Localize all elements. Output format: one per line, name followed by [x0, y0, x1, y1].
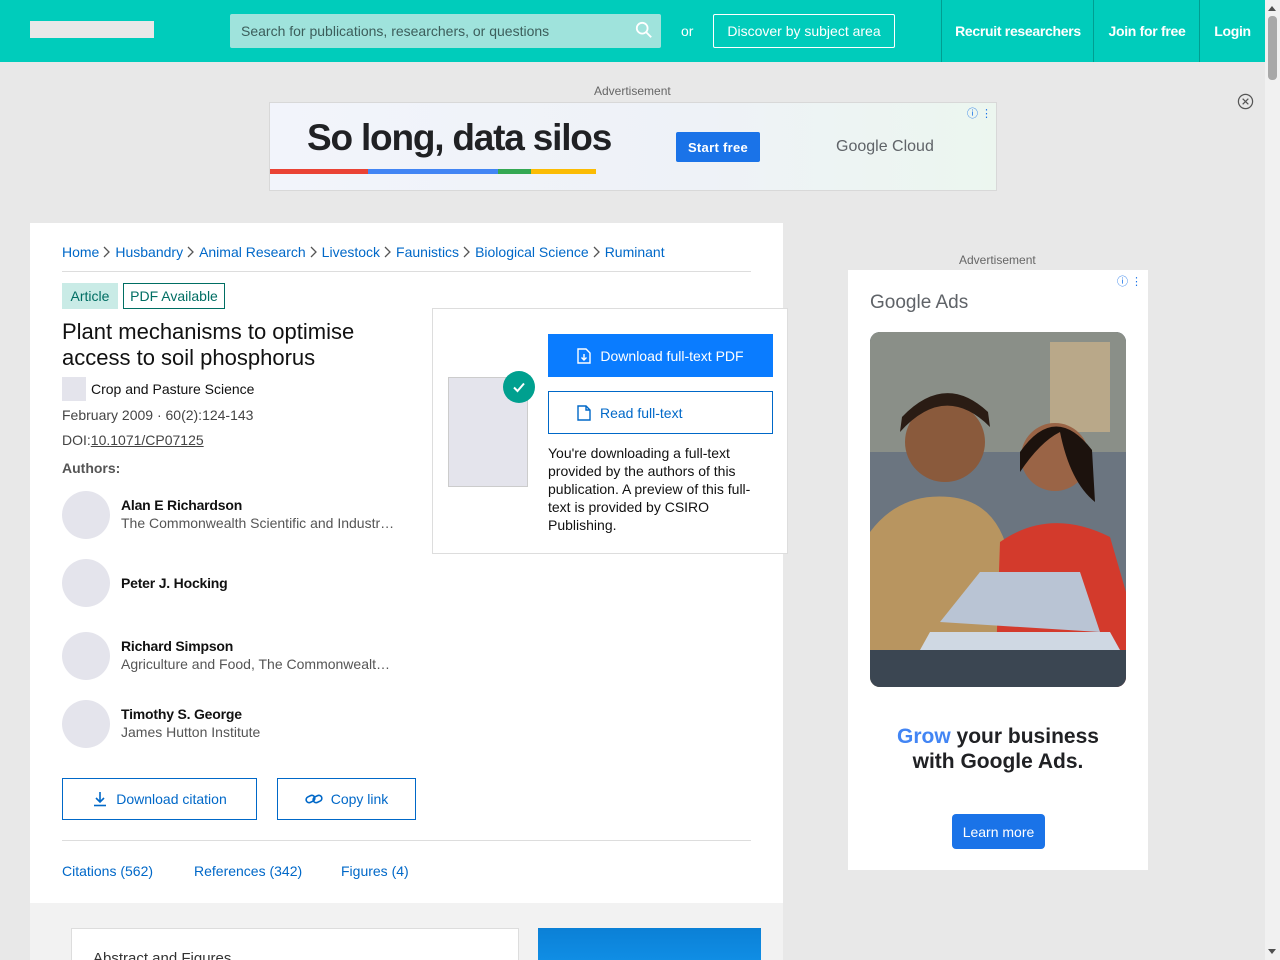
breadcrumb-divider: [62, 271, 751, 272]
side-ad-brand-logo: Google Ads: [870, 292, 969, 313]
doi: DOI:10.1071/CP07125: [62, 432, 204, 448]
search-input[interactable]: [230, 14, 630, 48]
side-ad-label: Advertisement: [959, 253, 1036, 267]
ad-stripe-green: [498, 169, 531, 174]
author-item[interactable]: Alan E Richardson The Commonwealth Scien…: [62, 491, 402, 539]
recruit-researchers-link[interactable]: Recruit researchers: [941, 0, 1094, 62]
tabs-divider: [62, 840, 751, 841]
avatar[interactable]: [62, 559, 110, 607]
tab-citations[interactable]: Citations (562): [62, 863, 153, 879]
ad-tagline-line1: your business: [950, 725, 1099, 748]
ad-stripe-yellow: [531, 169, 596, 174]
or-separator: or: [681, 23, 694, 39]
ad-brand-logo: Google Cloud: [836, 138, 934, 155]
login-link[interactable]: Login: [1199, 0, 1265, 62]
promo-box[interactable]: [538, 928, 761, 960]
breadcrumb-biological-science[interactable]: Biological Science: [475, 244, 589, 260]
author-name[interactable]: Alan E Richardson: [121, 497, 242, 513]
chevron-right-icon: [384, 246, 391, 258]
abstract-section: Abstract and Figures: [71, 928, 519, 960]
author-item[interactable]: Timothy S. George James Hutton Institute: [62, 700, 402, 748]
chevron-right-icon: [310, 246, 317, 258]
top-ad-banner[interactable]: So long, data silos Start free Google Cl…: [269, 102, 997, 191]
download-panel: Download full-text PDF Read full-text Yo…: [432, 308, 788, 554]
author-affiliation: Agriculture and Food, The Commonwealth S…: [121, 656, 396, 672]
search-icon[interactable]: [635, 21, 653, 39]
read-full-text-label: Read full-text: [600, 404, 683, 421]
link-icon: [305, 794, 323, 804]
copy-link-label: Copy link: [330, 791, 389, 807]
checkmark-icon: [503, 371, 535, 403]
publication-date: February 2009 · 60(2):124-143: [62, 407, 254, 423]
author-item[interactable]: Peter J. Hocking: [62, 559, 402, 607]
journal-icon: [62, 377, 86, 401]
abstract-heading: Abstract and Figures: [93, 950, 232, 960]
scroll-down-arrow-icon[interactable]: [1268, 949, 1276, 954]
author-item[interactable]: Richard Simpson Agriculture and Food, Th…: [62, 632, 402, 680]
scroll-up-arrow-icon[interactable]: [1268, 6, 1276, 11]
ad-photo: [870, 332, 1126, 687]
download-full-text-pdf-button[interactable]: Download full-text PDF: [548, 334, 773, 377]
authors-label: Authors:: [62, 460, 121, 476]
people-with-laptop-image: [870, 332, 1126, 687]
author-name[interactable]: Timothy S. George: [121, 706, 242, 722]
author-affiliation: The Commonwealth Scientific and Industri…: [121, 515, 396, 531]
breadcrumb-livestock[interactable]: Livestock: [322, 244, 380, 260]
avatar[interactable]: [62, 632, 110, 680]
chevron-right-icon: [187, 246, 194, 258]
ad-headline: So long, data silos: [307, 117, 612, 158]
ad-tagline-line2: with Google Ads.: [912, 750, 1084, 773]
side-ad-info-icon[interactable]: ⓘ ⋮: [1117, 273, 1142, 289]
tab-figures[interactable]: Figures (4): [341, 863, 409, 879]
breadcrumb: Home Husbandry Animal Research Livestock…: [62, 244, 665, 260]
chevron-right-icon: [103, 246, 111, 258]
chevron-right-icon: [463, 246, 470, 258]
site-logo[interactable]: [30, 21, 154, 38]
copy-link-button[interactable]: Copy link: [277, 778, 416, 820]
avatar[interactable]: [62, 491, 110, 539]
article-type-badge: Article: [62, 283, 118, 309]
page-scrollbar[interactable]: [1265, 0, 1280, 960]
discover-by-subject-button[interactable]: Discover by subject area: [713, 14, 895, 48]
breadcrumb-faunistics[interactable]: Faunistics: [396, 244, 459, 260]
author-affiliation: James Hutton Institute: [121, 724, 261, 740]
file-download-icon: [577, 347, 592, 364]
avatar[interactable]: [62, 700, 110, 748]
breadcrumb-ruminant[interactable]: Ruminant: [605, 244, 665, 260]
journal-name[interactable]: Crop and Pasture Science: [91, 381, 254, 397]
top-navigation-bar: or Discover by subject area Recruit rese…: [0, 0, 1265, 62]
join-for-free-link[interactable]: Join for free: [1093, 0, 1200, 62]
author-name[interactable]: Richard Simpson: [121, 638, 233, 654]
read-full-text-button[interactable]: Read full-text: [548, 391, 773, 434]
file-icon: [577, 404, 591, 421]
download-icon: [94, 792, 107, 807]
breadcrumb-animal-research[interactable]: Animal Research: [199, 244, 306, 260]
chevron-right-icon: [593, 246, 600, 258]
doi-label: DOI:: [62, 432, 91, 448]
download-citation-button[interactable]: Download citation: [62, 778, 257, 820]
pdf-available-badge: PDF Available: [123, 283, 225, 309]
ad-label: Advertisement: [594, 84, 671, 98]
page-title: Plant mechanisms to optimise access to s…: [62, 319, 355, 370]
scroll-thumb[interactable]: [1268, 16, 1277, 80]
ad-tagline: Grow your business with Google Ads.: [848, 724, 1148, 774]
breadcrumb-home[interactable]: Home: [62, 244, 99, 260]
download-full-text-pdf-label: Download full-text PDF: [600, 347, 744, 364]
ad-info-icon[interactable]: ⓘ ⋮: [967, 105, 992, 121]
tab-references[interactable]: References (342): [194, 863, 302, 879]
close-icon[interactable]: [1237, 93, 1254, 110]
side-ad[interactable]: ⓘ ⋮ Google Ads Grow your business with G…: [848, 270, 1148, 870]
ad-stripe-red: [270, 169, 368, 174]
download-note: You're downloading a full-text provided …: [548, 445, 751, 533]
breadcrumb-husbandry[interactable]: Husbandry: [115, 244, 183, 260]
doi-link[interactable]: 10.1071/CP07125: [91, 432, 204, 448]
search-box[interactable]: [230, 14, 661, 48]
ad-learn-more-button[interactable]: Learn more: [952, 814, 1045, 849]
download-citation-label: Download citation: [116, 791, 227, 807]
ad-tagline-accent: Grow: [897, 725, 951, 748]
ad-start-free-button[interactable]: Start free: [676, 132, 760, 162]
ad-stripe-blue: [368, 169, 498, 174]
author-name[interactable]: Peter J. Hocking: [121, 575, 228, 591]
